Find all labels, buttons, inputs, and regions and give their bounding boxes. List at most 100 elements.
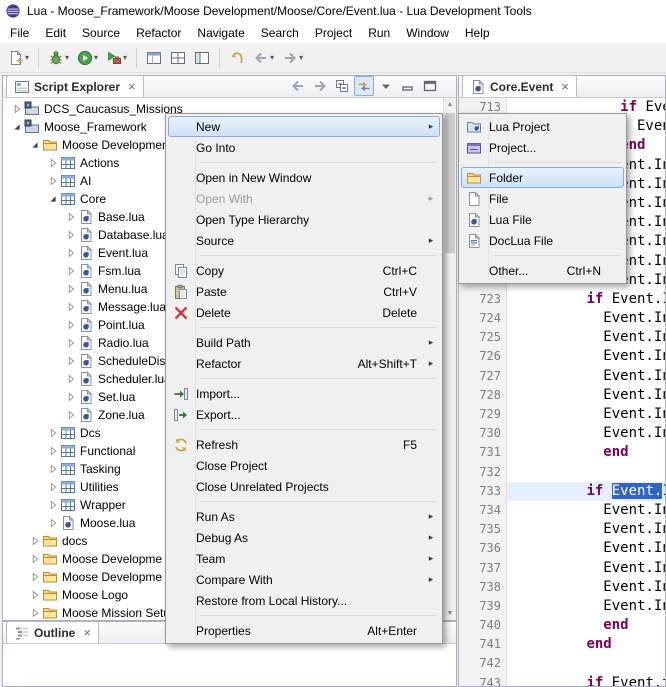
menu-item-delete[interactable]: DeleteDelete [168, 302, 440, 323]
menu-refactor[interactable]: Refactor [128, 24, 189, 42]
menu-item-open-type-hierarchy[interactable]: Open Type Hierarchy [168, 209, 440, 230]
debug-button[interactable]: ▾ [44, 46, 73, 70]
dropdown-arrow-icon[interactable]: ▾ [299, 53, 303, 62]
collapse-arrow-icon[interactable] [9, 119, 24, 135]
menu-item-debug-as[interactable]: Debug As▸ [168, 527, 440, 548]
expand-arrow-icon[interactable] [27, 569, 42, 585]
link-with-editor-button[interactable] [354, 76, 374, 96]
view-grid-button[interactable] [166, 46, 190, 70]
code-text[interactable]: Event.IniCategory = Event.IniDCSUnit:get… [507, 597, 665, 616]
code-text[interactable]: Event.IniUnit = UNIT:FindByName( Event.I… [507, 367, 665, 386]
view-menu-button[interactable] [376, 76, 396, 96]
menu-item-build-path[interactable]: Build Path▸ [168, 332, 440, 353]
close-icon[interactable]: × [83, 625, 91, 640]
menu-navigate[interactable]: Navigate [189, 24, 252, 42]
submenu-item-other[interactable]: Other...Ctrl+N [461, 260, 624, 281]
menu-item-go-into[interactable]: Go Into [168, 137, 440, 158]
close-icon[interactable]: × [128, 79, 136, 94]
scroll-down-icon[interactable]: ▼ [444, 607, 456, 620]
expand-arrow-icon[interactable] [63, 209, 78, 225]
nav-forward-button[interactable] [310, 76, 330, 96]
menu-item-import[interactable]: Import... [168, 383, 440, 404]
expand-arrow-icon[interactable] [27, 533, 42, 549]
menu-item-source[interactable]: Source▸ [168, 230, 440, 251]
last-edit-location-button[interactable] [225, 46, 249, 70]
expand-arrow-icon[interactable] [63, 317, 78, 333]
menu-file[interactable]: File [2, 24, 37, 42]
open-perspective-button[interactable] [142, 46, 166, 70]
expand-arrow-icon[interactable] [45, 497, 60, 513]
code-text[interactable]: Event.IniCoalition = Event.IniDCSUnit:ge… [507, 578, 665, 597]
collapse-arrow-icon[interactable] [45, 191, 60, 207]
expand-arrow-icon[interactable] [45, 515, 60, 531]
code-text[interactable]: end [507, 635, 665, 654]
dropdown-arrow-icon[interactable]: ▾ [270, 53, 274, 62]
expand-arrow-icon[interactable] [45, 479, 60, 495]
menu-item-compare-with[interactable]: Compare With▸ [168, 569, 440, 590]
expand-arrow-icon[interactable] [63, 263, 78, 279]
expand-arrow-icon[interactable] [45, 425, 60, 441]
submenu-item-project[interactable]: Project... [461, 137, 624, 158]
code-text[interactable]: Event.IniCategory = Event.IniDCSUnit:get… [507, 405, 665, 424]
code-text[interactable]: Event.IniUnitName = Event.IniDCSUnitName [507, 347, 665, 366]
collapse-arrow-icon[interactable] [27, 137, 42, 153]
dropdown-arrow-icon[interactable]: ▾ [123, 53, 127, 62]
menu-item-properties[interactable]: PropertiesAlt+Enter [168, 620, 440, 641]
expand-arrow-icon[interactable] [45, 461, 60, 477]
menu-help[interactable]: Help [457, 24, 498, 42]
nav-back-button[interactable]: ▾ [249, 46, 278, 70]
expand-arrow-icon[interactable] [63, 299, 78, 315]
code-text[interactable]: if Event.IniObjectCategory == Object.Cat… [507, 290, 665, 309]
menu-run[interactable]: Run [360, 24, 398, 42]
expand-arrow-icon[interactable] [27, 587, 42, 603]
expand-arrow-icon[interactable] [63, 245, 78, 261]
menu-item-open-in-new-window[interactable]: Open in New Window [168, 167, 440, 188]
dropdown-arrow-icon[interactable]: ▾ [25, 53, 29, 62]
menu-edit[interactable]: Edit [37, 24, 74, 42]
new-wizard-button[interactable]: ▾ [4, 46, 33, 70]
code-text[interactable]: Event.IniTypeName = Event.IniDCSUnit:get… [507, 424, 665, 443]
code-text[interactable]: end [507, 443, 665, 462]
menu-item-export[interactable]: Export... [168, 404, 440, 425]
expand-arrow-icon[interactable] [63, 281, 78, 297]
submenu-item-lua-file[interactable]: Lua File [461, 209, 624, 230]
menu-item-copy[interactable]: CopyCtrl+C [168, 260, 440, 281]
menu-item-team[interactable]: Team▸ [168, 548, 440, 569]
tab-outline[interactable]: Outline × [6, 621, 99, 643]
expand-arrow-icon[interactable] [63, 227, 78, 243]
menu-window[interactable]: Window [398, 24, 457, 42]
menu-item-run-as[interactable]: Run As▸ [168, 506, 440, 527]
menu-item-new[interactable]: New▸ [168, 116, 440, 137]
nav-back-button[interactable] [288, 76, 308, 96]
code-text[interactable]: Event.IniUnitName = Event.IniDCSUnitName [507, 539, 665, 558]
expand-arrow-icon[interactable] [63, 335, 78, 351]
scrollbar-thumb[interactable] [445, 113, 455, 253]
menu-project[interactable]: Project [307, 24, 360, 42]
expand-arrow-icon[interactable] [27, 605, 42, 620]
external-tools-button[interactable]: ▾ [102, 46, 131, 70]
submenu-item-lua-project[interactable]: Lua Project [461, 116, 624, 137]
dropdown-arrow-icon[interactable]: ▾ [65, 53, 69, 62]
expand-arrow-icon[interactable] [63, 389, 78, 405]
explorer-scrollbar[interactable]: ▲ ▼ [443, 98, 456, 620]
menu-search[interactable]: Search [253, 24, 307, 42]
menu-item-paste[interactable]: PasteCtrl+V [168, 281, 440, 302]
menu-source[interactable]: Source [74, 24, 128, 42]
run-button[interactable]: ▾ [73, 46, 102, 70]
view-columns-button[interactable] [190, 46, 214, 70]
code-text[interactable]: if Event.target then [507, 674, 665, 686]
nav-forward-button[interactable]: ▾ [278, 46, 307, 70]
submenu-item-folder[interactable]: Folder [461, 167, 624, 188]
close-icon[interactable]: × [561, 79, 569, 94]
tab-script-explorer[interactable]: Script Explorer × [6, 75, 144, 97]
code-text[interactable] [507, 654, 665, 673]
code-text[interactable]: Event.IniDCSUnitName = Event.IniDCSUnit:… [507, 520, 665, 539]
scroll-up-icon[interactable]: ▲ [444, 98, 456, 111]
menu-item-open-with[interactable]: Open With▸ [168, 188, 440, 209]
code-text[interactable]: Event.IniDCSUnit = Event.initiator [507, 309, 665, 328]
expand-arrow-icon[interactable] [63, 371, 78, 387]
submenu-item-doclua-file[interactable]: DocLua File [461, 230, 624, 251]
code-text[interactable]: Event.IniDCSUnit = Event.initiator [507, 501, 665, 520]
menu-item-refactor[interactable]: RefactorAlt+Shift+T▸ [168, 353, 440, 374]
expand-arrow-icon[interactable] [63, 353, 78, 369]
